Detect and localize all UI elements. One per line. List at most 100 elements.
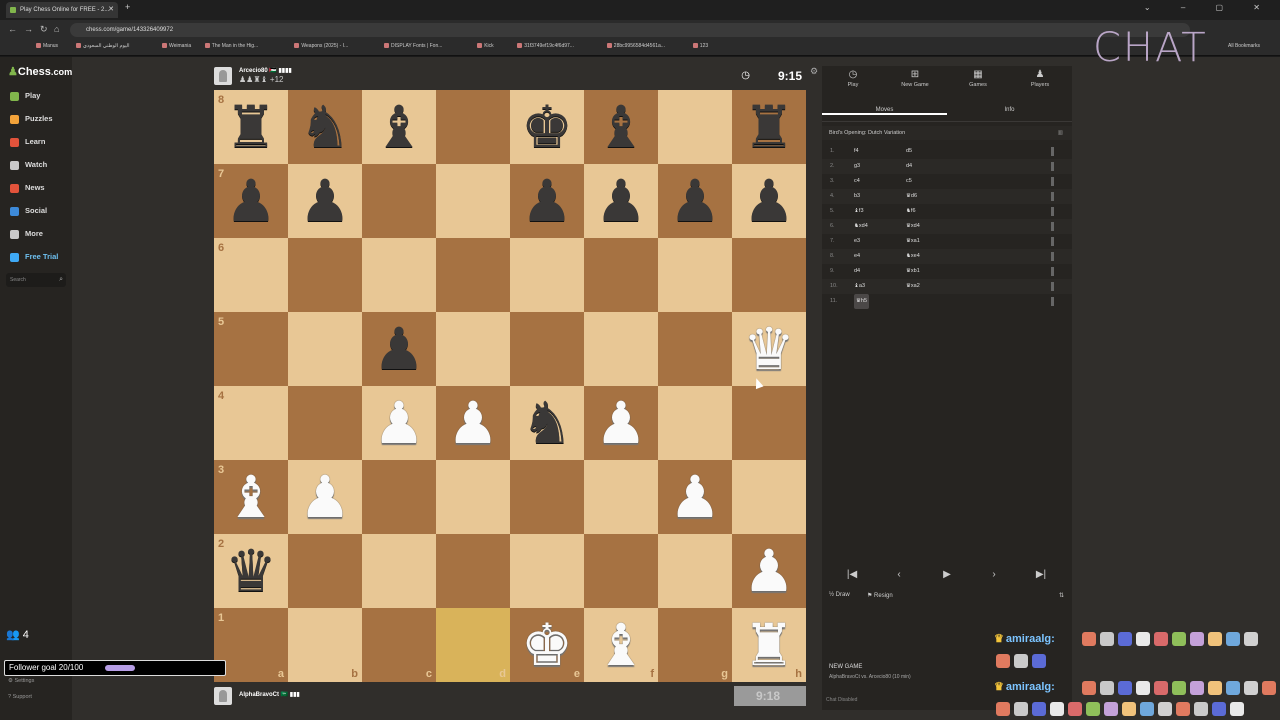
white-move[interactable]: b3 [854, 189, 860, 204]
browser-tab[interactable]: Play Chess Online for FREE - 2... ✕ [6, 2, 118, 18]
square-g1[interactable]: g [658, 608, 732, 682]
square-d8[interactable] [436, 90, 510, 164]
black-move[interactable]: ♛xa1 [906, 234, 920, 249]
black-move[interactable]: ♛xa2 [906, 279, 920, 294]
square-e5[interactable] [510, 312, 584, 386]
bookmark-item[interactable]: Manus [36, 43, 58, 49]
first-move-button[interactable]: |◀ [833, 566, 871, 584]
square-f4[interactable]: ♟ [584, 386, 658, 460]
white-move[interactable]: e3 [854, 234, 860, 249]
bookmark-item[interactable]: 31f3749ef19c4f6d97... [517, 43, 574, 49]
tab-new-game[interactable]: ⊞ New Game [884, 69, 946, 88]
previous-move-button[interactable]: ‹ [880, 566, 918, 584]
bookmark-item[interactable]: اليوم الوطني السعودي [76, 43, 130, 49]
board-settings-icon[interactable]: ⚙ [810, 66, 818, 77]
sidebar-item-puzzles[interactable]: Puzzles [10, 114, 53, 124]
square-f6[interactable] [584, 238, 658, 312]
square-g4[interactable] [658, 386, 732, 460]
black-pawn-icon[interactable]: ♟ [225, 172, 277, 230]
bookmark-item[interactable]: DISPLAY Fonts | Fon... [384, 43, 442, 49]
square-a7[interactable]: 7 ♟ [214, 164, 288, 238]
subtab-info[interactable]: Info [947, 107, 1072, 113]
forward-icon[interactable]: → [24, 24, 33, 34]
square-c6[interactable] [362, 238, 436, 312]
square-a2[interactable]: 2 ♛ [214, 534, 288, 608]
play-button[interactable]: ▶ [928, 566, 966, 584]
square-c5[interactable]: ♟ [362, 312, 436, 386]
square-b4[interactable] [288, 386, 362, 460]
white-move[interactable]: c4 [854, 174, 860, 189]
square-e2[interactable] [510, 534, 584, 608]
square-b7[interactable]: ♟ [288, 164, 362, 238]
flip-board-icon[interactable]: ⇅ [1059, 592, 1064, 599]
subtab-moves[interactable]: Moves [822, 107, 947, 115]
square-e8[interactable]: ♚ [510, 90, 584, 164]
square-g2[interactable] [658, 534, 732, 608]
black-pawn-icon[interactable]: ♟ [743, 172, 795, 230]
black-bishop-icon[interactable]: ♝ [595, 98, 647, 156]
all-bookmarks-button[interactable]: All Bookmarks [1228, 43, 1260, 49]
draw-button[interactable]: ½ Draw [829, 592, 850, 598]
square-d6[interactable] [436, 238, 510, 312]
black-move[interactable]: ♛d6 [906, 189, 917, 204]
black-pawn-icon[interactable]: ♟ [299, 172, 351, 230]
white-move[interactable]: ♛h5 [854, 294, 870, 309]
sidebar-item-play[interactable]: Play [10, 91, 40, 101]
tab-play[interactable]: ◷ Play [822, 69, 884, 88]
square-b6[interactable] [288, 238, 362, 312]
square-g7[interactable]: ♟ [658, 164, 732, 238]
tab-players[interactable]: ♟ Players [1009, 69, 1071, 88]
square-d3[interactable] [436, 460, 510, 534]
new-tab-icon[interactable]: + [125, 2, 130, 12]
square-d1[interactable]: d [436, 608, 510, 682]
next-move-button[interactable]: › [975, 566, 1013, 584]
square-f5[interactable] [584, 312, 658, 386]
square-b8[interactable]: ♞ [288, 90, 362, 164]
bookmark-item[interactable]: Weapons (2025) - I... [294, 43, 348, 49]
top-player-name[interactable]: Arcecio80 🇵🇸 ▮▮▮▮ [239, 67, 292, 74]
square-g3[interactable]: ♟ [658, 460, 732, 534]
sidebar-item-learn[interactable]: Learn [10, 137, 45, 147]
square-d5[interactable] [436, 312, 510, 386]
square-f2[interactable] [584, 534, 658, 608]
settings-link[interactable]: ⚙ Settings [8, 678, 34, 684]
square-f1[interactable]: f ♝ [584, 608, 658, 682]
black-move[interactable]: ♛xd4 [906, 219, 920, 234]
book-icon[interactable]: ▥ [1058, 126, 1063, 140]
bookmark-item[interactable]: 28bc9956584d4561a... [606, 43, 665, 49]
square-f7[interactable]: ♟ [584, 164, 658, 238]
square-c1[interactable]: c [362, 608, 436, 682]
square-f8[interactable]: ♝ [584, 90, 658, 164]
avatar[interactable] [214, 687, 232, 705]
avatar[interactable] [214, 67, 232, 85]
sidebar-item-free-trial[interactable]: Free Trial [10, 252, 58, 262]
sidebar-item-social[interactable]: Social [10, 206, 47, 216]
chess-board[interactable]: 8 ♜ ♞ ♝ ♚ ♝ ♜ 7 ♟ ♟ ♟ ♟ ♟ ♟ 6 5 ♟ ♛ 4 ♟ ♟ ♞ ♟ 3 ♝ ♟ ♟ 2 ♛ ♟ 1 a b c d e ♚ f ♝ g… [214, 90, 806, 682]
square-d7[interactable] [436, 164, 510, 238]
square-h2[interactable]: ♟ [732, 534, 806, 608]
support-link[interactable]: ? Support [8, 694, 32, 700]
black-pawn-icon[interactable]: ♟ [595, 172, 647, 230]
sidebar-item-more[interactable]: More [10, 229, 43, 239]
square-h6[interactable] [732, 238, 806, 312]
sidebar-item-news[interactable]: News [10, 183, 45, 193]
white-king-icon[interactable]: ♚ [521, 616, 573, 674]
square-h7[interactable]: ♟ [732, 164, 806, 238]
square-e6[interactable] [510, 238, 584, 312]
bookmark-item[interactable]: Kick [477, 43, 494, 49]
square-e1[interactable]: e ♚ [510, 608, 584, 682]
bookmark-item[interactable]: 123 [692, 43, 708, 49]
black-move[interactable]: ♞f6 [906, 204, 916, 219]
tab-games[interactable]: ▦ Games [947, 69, 1009, 88]
white-pawn-icon[interactable]: ♟ [447, 394, 499, 452]
black-move[interactable]: d5 [906, 144, 912, 159]
bookmark-item[interactable]: The Man in the Hig... [204, 43, 258, 49]
square-c7[interactable] [362, 164, 436, 238]
chess-logo[interactable]: ♟Chess.com [8, 65, 72, 78]
bookmark-item[interactable]: Weimania [162, 43, 191, 49]
black-knight-icon[interactable]: ♞ [299, 98, 351, 156]
square-a4[interactable]: 4 [214, 386, 288, 460]
black-move[interactable]: d4 [906, 159, 912, 174]
white-move[interactable]: ♞xd4 [854, 219, 868, 234]
square-c8[interactable]: ♝ [362, 90, 436, 164]
